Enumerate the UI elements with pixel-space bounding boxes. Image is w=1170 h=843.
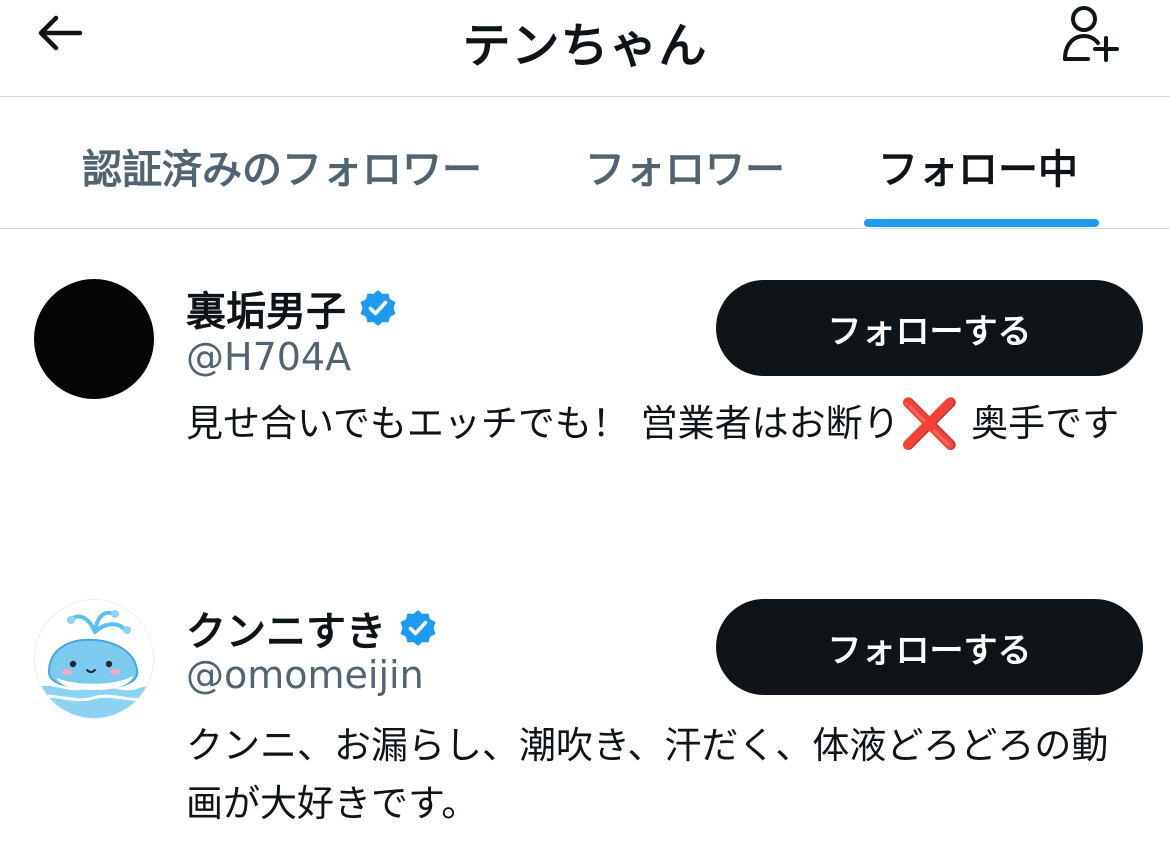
follow-button[interactable]: フォローする xyxy=(716,599,1143,695)
user-name[interactable]: 裏垢男子 xyxy=(186,279,346,337)
user-bio: クンニ、お漏らし、潮吹き、汗だく、体液どろどろの動画が大好きです。 xyxy=(186,724,1109,825)
verified-badge-icon xyxy=(398,608,438,648)
following-screen: テンちゃん 認証済みのフォロワー フォロワー フォロー中 裏垢男子 @H704A… xyxy=(0,0,1170,843)
user-name-line: 裏垢男子 xyxy=(186,279,398,337)
verified-badge-icon xyxy=(358,288,398,328)
user-list-item[interactable]: クンニすき @omomeijin フォローする クンニ、お漏らし、潮吹き、汗だく… xyxy=(0,549,1170,843)
user-handle: @omomeijin xyxy=(186,653,424,697)
active-tab-indicator xyxy=(864,219,1099,227)
user-name[interactable]: クンニすき xyxy=(186,599,386,657)
add-user-icon xyxy=(1063,6,1119,62)
header: テンちゃん xyxy=(0,0,1170,96)
avatar[interactable] xyxy=(34,279,154,399)
tab-following[interactable]: フォロー中 xyxy=(878,137,1078,195)
cross-mark-icon: ❌ xyxy=(899,396,960,452)
whale-avatar-icon xyxy=(35,600,153,718)
user-list-item[interactable]: 裏垢男子 @H704A フォローする 見せ合いでもエッチでも！ 営業者はお断り❌… xyxy=(0,229,1170,549)
user-name-line: クンニすき xyxy=(186,599,438,657)
avatar[interactable] xyxy=(34,599,154,719)
tab-bar: 認証済みのフォロワー フォロワー フォロー中 xyxy=(0,97,1170,228)
add-user-button[interactable] xyxy=(1056,0,1126,66)
tab-verified-followers[interactable]: 認証済みのフォロワー xyxy=(82,137,482,195)
user-bio: 見せ合いでもエッチでも！ 営業者はお断り❌ 奥手です xyxy=(186,395,1126,453)
bio-text-continued: 奥手です xyxy=(959,402,1120,445)
page-title: テンちゃん xyxy=(462,18,708,74)
follow-button[interactable]: フォローする xyxy=(716,280,1143,376)
bio-text: 見せ合いでもエッチでも！ 営業者はお断り xyxy=(186,402,900,445)
user-handle: @H704A xyxy=(186,335,352,379)
tab-followers[interactable]: フォロワー xyxy=(585,137,785,195)
